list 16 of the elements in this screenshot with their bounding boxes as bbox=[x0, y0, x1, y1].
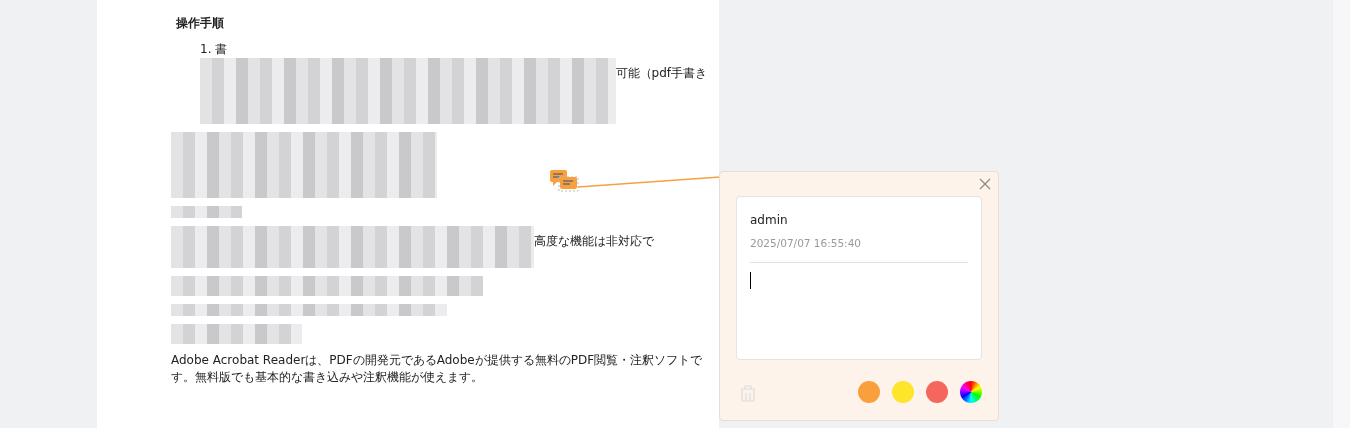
close-button[interactable] bbox=[978, 177, 992, 191]
section-heading: 操作手順 bbox=[176, 15, 225, 32]
list-item-text: 1. 書 bbox=[200, 41, 229, 58]
author-name: admin bbox=[750, 212, 789, 229]
comment-icon[interactable] bbox=[549, 168, 581, 193]
text-cursor bbox=[750, 271, 751, 289]
note-editor[interactable]: admin 2025/07/07 16:55:40 bbox=[736, 196, 982, 360]
text-fragment: 高度な機能は非対応で bbox=[534, 233, 654, 250]
color-swatch[interactable] bbox=[858, 381, 880, 403]
pixelated-area bbox=[171, 206, 242, 218]
body-paragraph: Adobe Acrobat Readerは、PDFの開発元であるAdobeが提供する無料のPDF閲覧・注釈ソフトです。無料版でも基本的な書き込みや注釈機能が使えます。 bbox=[171, 352, 704, 386]
color-swatch[interactable] bbox=[892, 381, 914, 403]
text-fragment: 可能（pdf手書き bbox=[615, 65, 707, 82]
color-swatch[interactable] bbox=[926, 381, 948, 403]
color-picker-button[interactable] bbox=[960, 381, 982, 403]
timestamp: 2025/07/07 16:55:40 bbox=[750, 236, 968, 263]
